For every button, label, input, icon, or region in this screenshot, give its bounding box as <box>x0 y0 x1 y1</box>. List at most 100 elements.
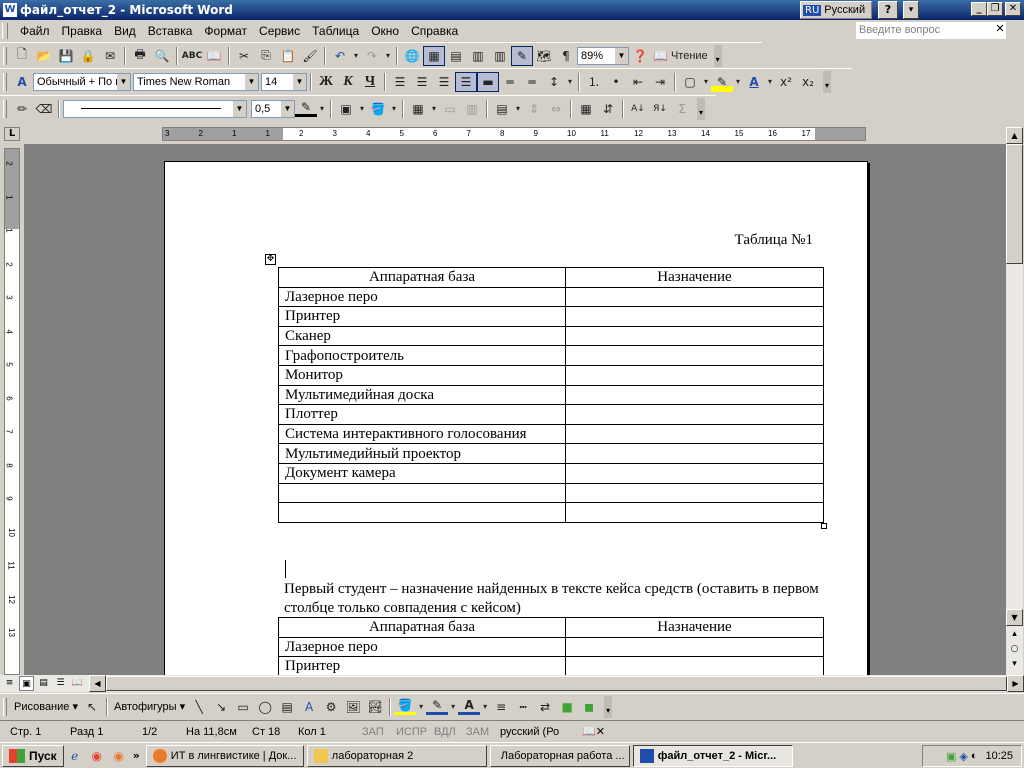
arrow-style-icon[interactable]: ⇄ <box>534 697 556 717</box>
italic-button[interactable]: К <box>337 72 359 92</box>
tab-selector[interactable]: L <box>4 127 20 141</box>
outline-view-icon[interactable]: ☰ <box>53 676 68 691</box>
bold-button[interactable]: Ж <box>315 72 337 92</box>
purpose-cell[interactable] <box>565 462 824 484</box>
toolbar-grip[interactable] <box>3 72 7 91</box>
outside-border-icon[interactable]: ▣ <box>335 99 357 119</box>
purpose-cell[interactable] <box>565 656 824 675</box>
line-style-icon[interactable]: ≡ <box>490 697 512 717</box>
decrease-indent-icon[interactable]: ⇤ <box>627 72 649 92</box>
vertical-scrollbar[interactable]: ▲ ▼ ▴ ○ ▾ <box>1006 127 1023 675</box>
subscript-icon[interactable]: x₂ <box>797 72 819 92</box>
menu-insert[interactable]: Вставка <box>142 24 199 38</box>
zoom-select[interactable]: 89% ▼ <box>577 46 629 65</box>
drawing-icon[interactable]: ✎ <box>511 45 533 66</box>
hardware-cell[interactable]: Монитор <box>278 364 566 386</box>
dash-style-icon[interactable]: ┅ <box>512 697 534 717</box>
print-preview-icon[interactable]: 🔍 <box>151 46 173 66</box>
tray-network-icon[interactable]: ▣ <box>946 750 956 763</box>
save-icon[interactable]: 💾 <box>55 46 77 66</box>
line-style-select[interactable]: ▼ <box>63 99 247 118</box>
hardware-cell[interactable]: Мультимедийная доска <box>278 384 566 406</box>
document-workspace[interactable]: Таблица №1 ✥ Аппаратная база Назначение … <box>24 144 1006 675</box>
autoformat-icon[interactable]: ▦ <box>575 99 597 119</box>
status-pages[interactable]: 1/2 <box>138 726 182 738</box>
print-icon[interactable]: 🖶 <box>129 46 151 66</box>
insert-table-icon[interactable]: ▤ <box>445 46 467 66</box>
purpose-cell[interactable] <box>565 404 824 425</box>
purpose-cell[interactable] <box>565 423 824 445</box>
start-button[interactable]: Пуск <box>2 744 64 767</box>
textbox-tool-icon[interactable]: ▤ <box>276 697 298 717</box>
bullets-icon[interactable]: • <box>605 72 627 92</box>
close-document-icon[interactable]: ✕ <box>993 22 1007 38</box>
quicklaunch-chrome-icon[interactable]: ◉ <box>86 746 108 766</box>
clock[interactable]: 10:25 <box>985 750 1013 762</box>
menu-help[interactable]: Справка <box>405 24 464 38</box>
status-ovr[interactable]: ЗАМ <box>462 726 496 738</box>
style-select[interactable]: Обычный + По ц ▼ <box>33 72 131 91</box>
header-purpose[interactable]: Назначение <box>565 267 824 288</box>
draw-menu-button[interactable]: Рисование ▾ <box>11 700 81 713</box>
purpose-cell[interactable] <box>565 286 824 308</box>
select-objects-icon[interactable]: ↖ <box>81 697 103 717</box>
align-center-icon[interactable]: ☰ <box>411 72 433 92</box>
status-section[interactable]: Разд 1 <box>66 726 138 738</box>
previous-page-icon[interactable]: ▴ <box>1006 627 1023 642</box>
read-icon[interactable]: 📖 Чтение <box>651 46 710 66</box>
fill-color-icon[interactable]: 🪣 <box>394 698 417 715</box>
status-language[interactable]: русский (Ро <box>496 726 578 738</box>
highlight-icon[interactable]: ✎ <box>711 71 733 92</box>
scroll-down-icon[interactable]: ▼ <box>1006 609 1023 626</box>
drawing-font-color-dropdown-icon[interactable]: ▾ <box>480 697 490 717</box>
scroll-thumb[interactable] <box>1006 144 1023 264</box>
line-tool-icon[interactable]: ╲ <box>188 697 210 717</box>
hardware-cell[interactable] <box>278 482 566 504</box>
rectangle-tool-icon[interactable]: ▭ <box>232 697 254 717</box>
fill-color-dropdown-icon[interactable]: ▾ <box>416 697 426 717</box>
scroll-up-icon[interactable]: ▲ <box>1006 127 1023 144</box>
format-painter-icon[interactable]: 🖌 <box>299 46 321 66</box>
shading-color-icon[interactable]: 🪣 <box>367 99 389 119</box>
scroll-right-icon[interactable]: ▶ <box>1007 675 1024 692</box>
chevron-down-icon[interactable]: ▼ <box>293 73 306 90</box>
language-indicator[interactable]: RU Русский <box>800 1 872 19</box>
document-map-icon[interactable]: 🗺 <box>533 46 555 66</box>
status-position[interactable]: На 11,8см <box>182 726 248 738</box>
hardware-cell[interactable] <box>278 502 566 523</box>
cut-icon[interactable]: ✂ <box>233 46 255 66</box>
menu-grip[interactable] <box>2 23 8 39</box>
vertical-ruler[interactable]: 2 1 1 2 3 4 5 6 7 8 9 10 11 12 13 <box>4 148 20 675</box>
quicklaunch-ie-icon[interactable]: ℯ <box>64 746 86 766</box>
diagram-icon[interactable]: ⚙ <box>320 697 342 717</box>
cell-align-icon[interactable]: ▤ <box>491 99 513 119</box>
line-weight-select[interactable]: 0,5 ▼ <box>251 99 295 118</box>
hyperlink-icon[interactable]: 🌐 <box>401 46 423 66</box>
undo-dropdown-icon[interactable]: ▾ <box>351 46 361 66</box>
table-resize-handle[interactable] <box>821 523 827 529</box>
border-color-dropdown-icon[interactable]: ▾ <box>317 99 327 119</box>
task-lab-doc[interactable]: Лабораторная работа ... <box>489 744 630 767</box>
styles-formatting-icon[interactable]: A <box>11 72 33 92</box>
hardware-cell[interactable]: Документ камера <box>278 462 566 484</box>
quicklaunch-more-icon[interactable]: » <box>133 749 140 762</box>
hardware-cell[interactable]: Лазерное перо <box>278 286 566 308</box>
borders-dropdown-icon[interactable]: ▾ <box>701 72 711 92</box>
font-color-icon[interactable]: A <box>743 72 765 92</box>
instruction-paragraph[interactable]: Первый студент – назначение найденных в … <box>284 580 824 618</box>
close-button[interactable]: ✕ <box>1005 2 1021 16</box>
picture-icon[interactable]: 🏞 <box>364 697 386 717</box>
spelling-status-icon[interactable]: 📖✕ <box>578 725 609 738</box>
autosum-icon[interactable]: Σ <box>671 99 693 119</box>
toolbar-grip[interactable] <box>3 46 7 65</box>
task-report-doc[interactable]: файл_отчет_2 - Micr... <box>632 744 793 767</box>
shadow-style-icon[interactable]: ■ <box>556 697 578 717</box>
show-hide-icon[interactable]: ¶ <box>555 46 577 66</box>
hardware-cell[interactable]: Лазерное перо <box>278 636 566 658</box>
hscroll-thumb[interactable] <box>106 676 1007 691</box>
header-hardware[interactable]: Аппаратная база <box>278 267 566 288</box>
distribute-columns-icon[interactable]: ⇔ <box>545 99 567 119</box>
task-folder[interactable]: лабораторная 2 <box>306 744 487 767</box>
line-color-dropdown-icon[interactable]: ▾ <box>448 697 458 717</box>
draw-table-icon[interactable]: ✏ <box>11 99 33 119</box>
